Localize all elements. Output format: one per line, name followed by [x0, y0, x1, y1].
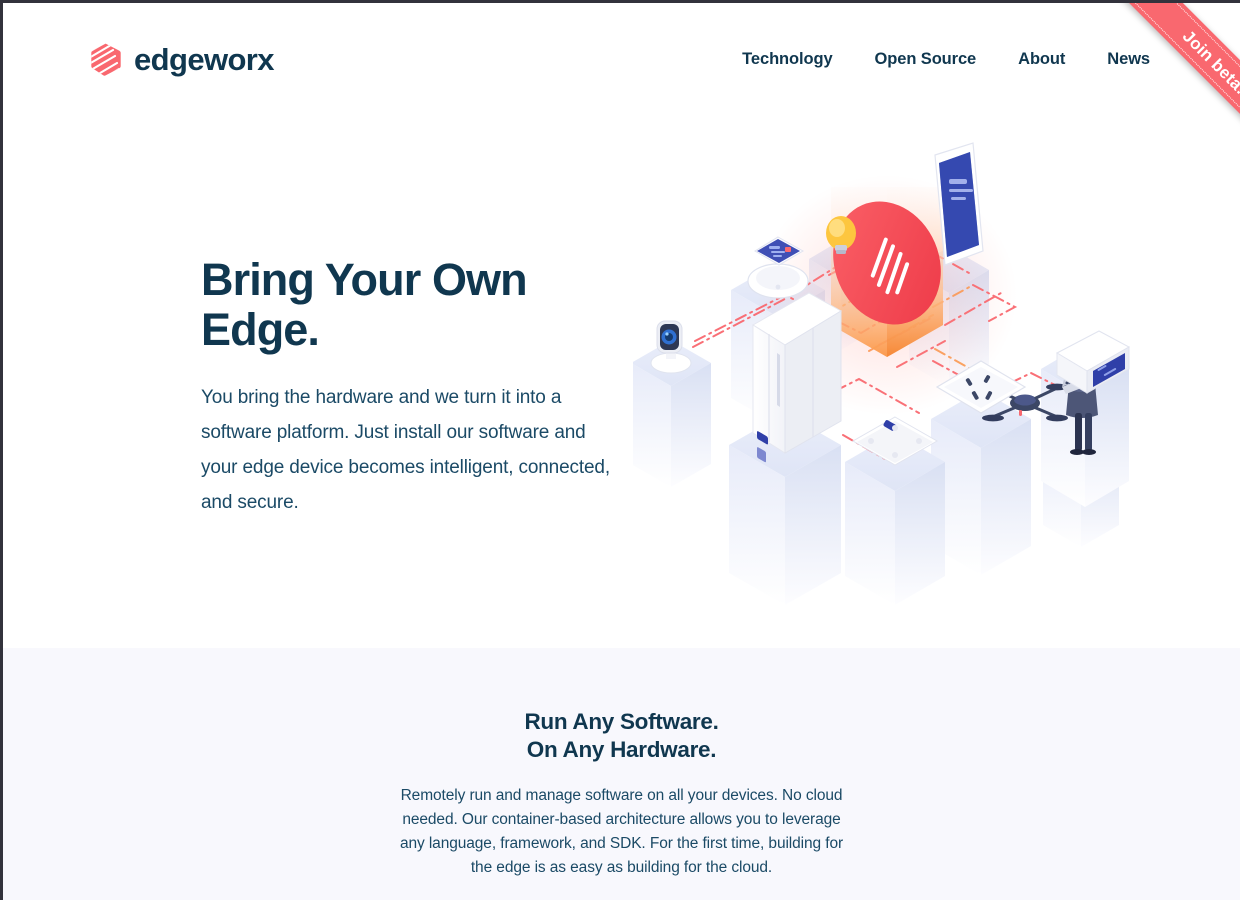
value-proposition-section: Run Any Software. On Any Hardware. Remot… — [3, 648, 1240, 900]
value-proposition-title: Run Any Software. On Any Hardware. — [524, 709, 719, 762]
main-navigation: Technology Open Source About News — [742, 50, 1150, 69]
page-root: edgeworx Technology Open Source About Ne… — [0, 0, 1240, 900]
brand-name: edgeworx — [134, 41, 275, 77]
brand-logo-link[interactable]: edgeworx — [91, 41, 275, 77]
value-proposition-inner: Run Any Software. On Any Hardware. Remot… — [394, 648, 849, 880]
nav-item-open-source[interactable]: Open Source — [875, 50, 977, 69]
hero-copy: Bring Your Own Edge. You bring the hardw… — [201, 255, 621, 520]
isometric-edge-devices-network-illustration — [633, 135, 1143, 605]
hero-section: Bring Your Own Edge. You bring the hardw… — [3, 115, 1240, 648]
nav-item-news[interactable]: News — [1107, 50, 1150, 69]
edgeworx-striped-hexagon-icon — [91, 43, 121, 76]
hero-subtitle: You bring the hardware and we turn it in… — [201, 387, 610, 513]
nav-item-technology[interactable]: Technology — [742, 50, 832, 69]
hero-title: Bring Your Own Edge. — [201, 254, 528, 355]
pedestal-outlet — [931, 390, 1031, 575]
refrigerator-icon — [752, 292, 842, 463]
nav-item-about[interactable]: About — [1018, 50, 1065, 69]
site-header: edgeworx Technology Open Source About Ne… — [3, 3, 1240, 115]
security-camera-icon — [650, 320, 692, 374]
value-proposition-body: Remotely run and manage software on all … — [399, 787, 844, 876]
